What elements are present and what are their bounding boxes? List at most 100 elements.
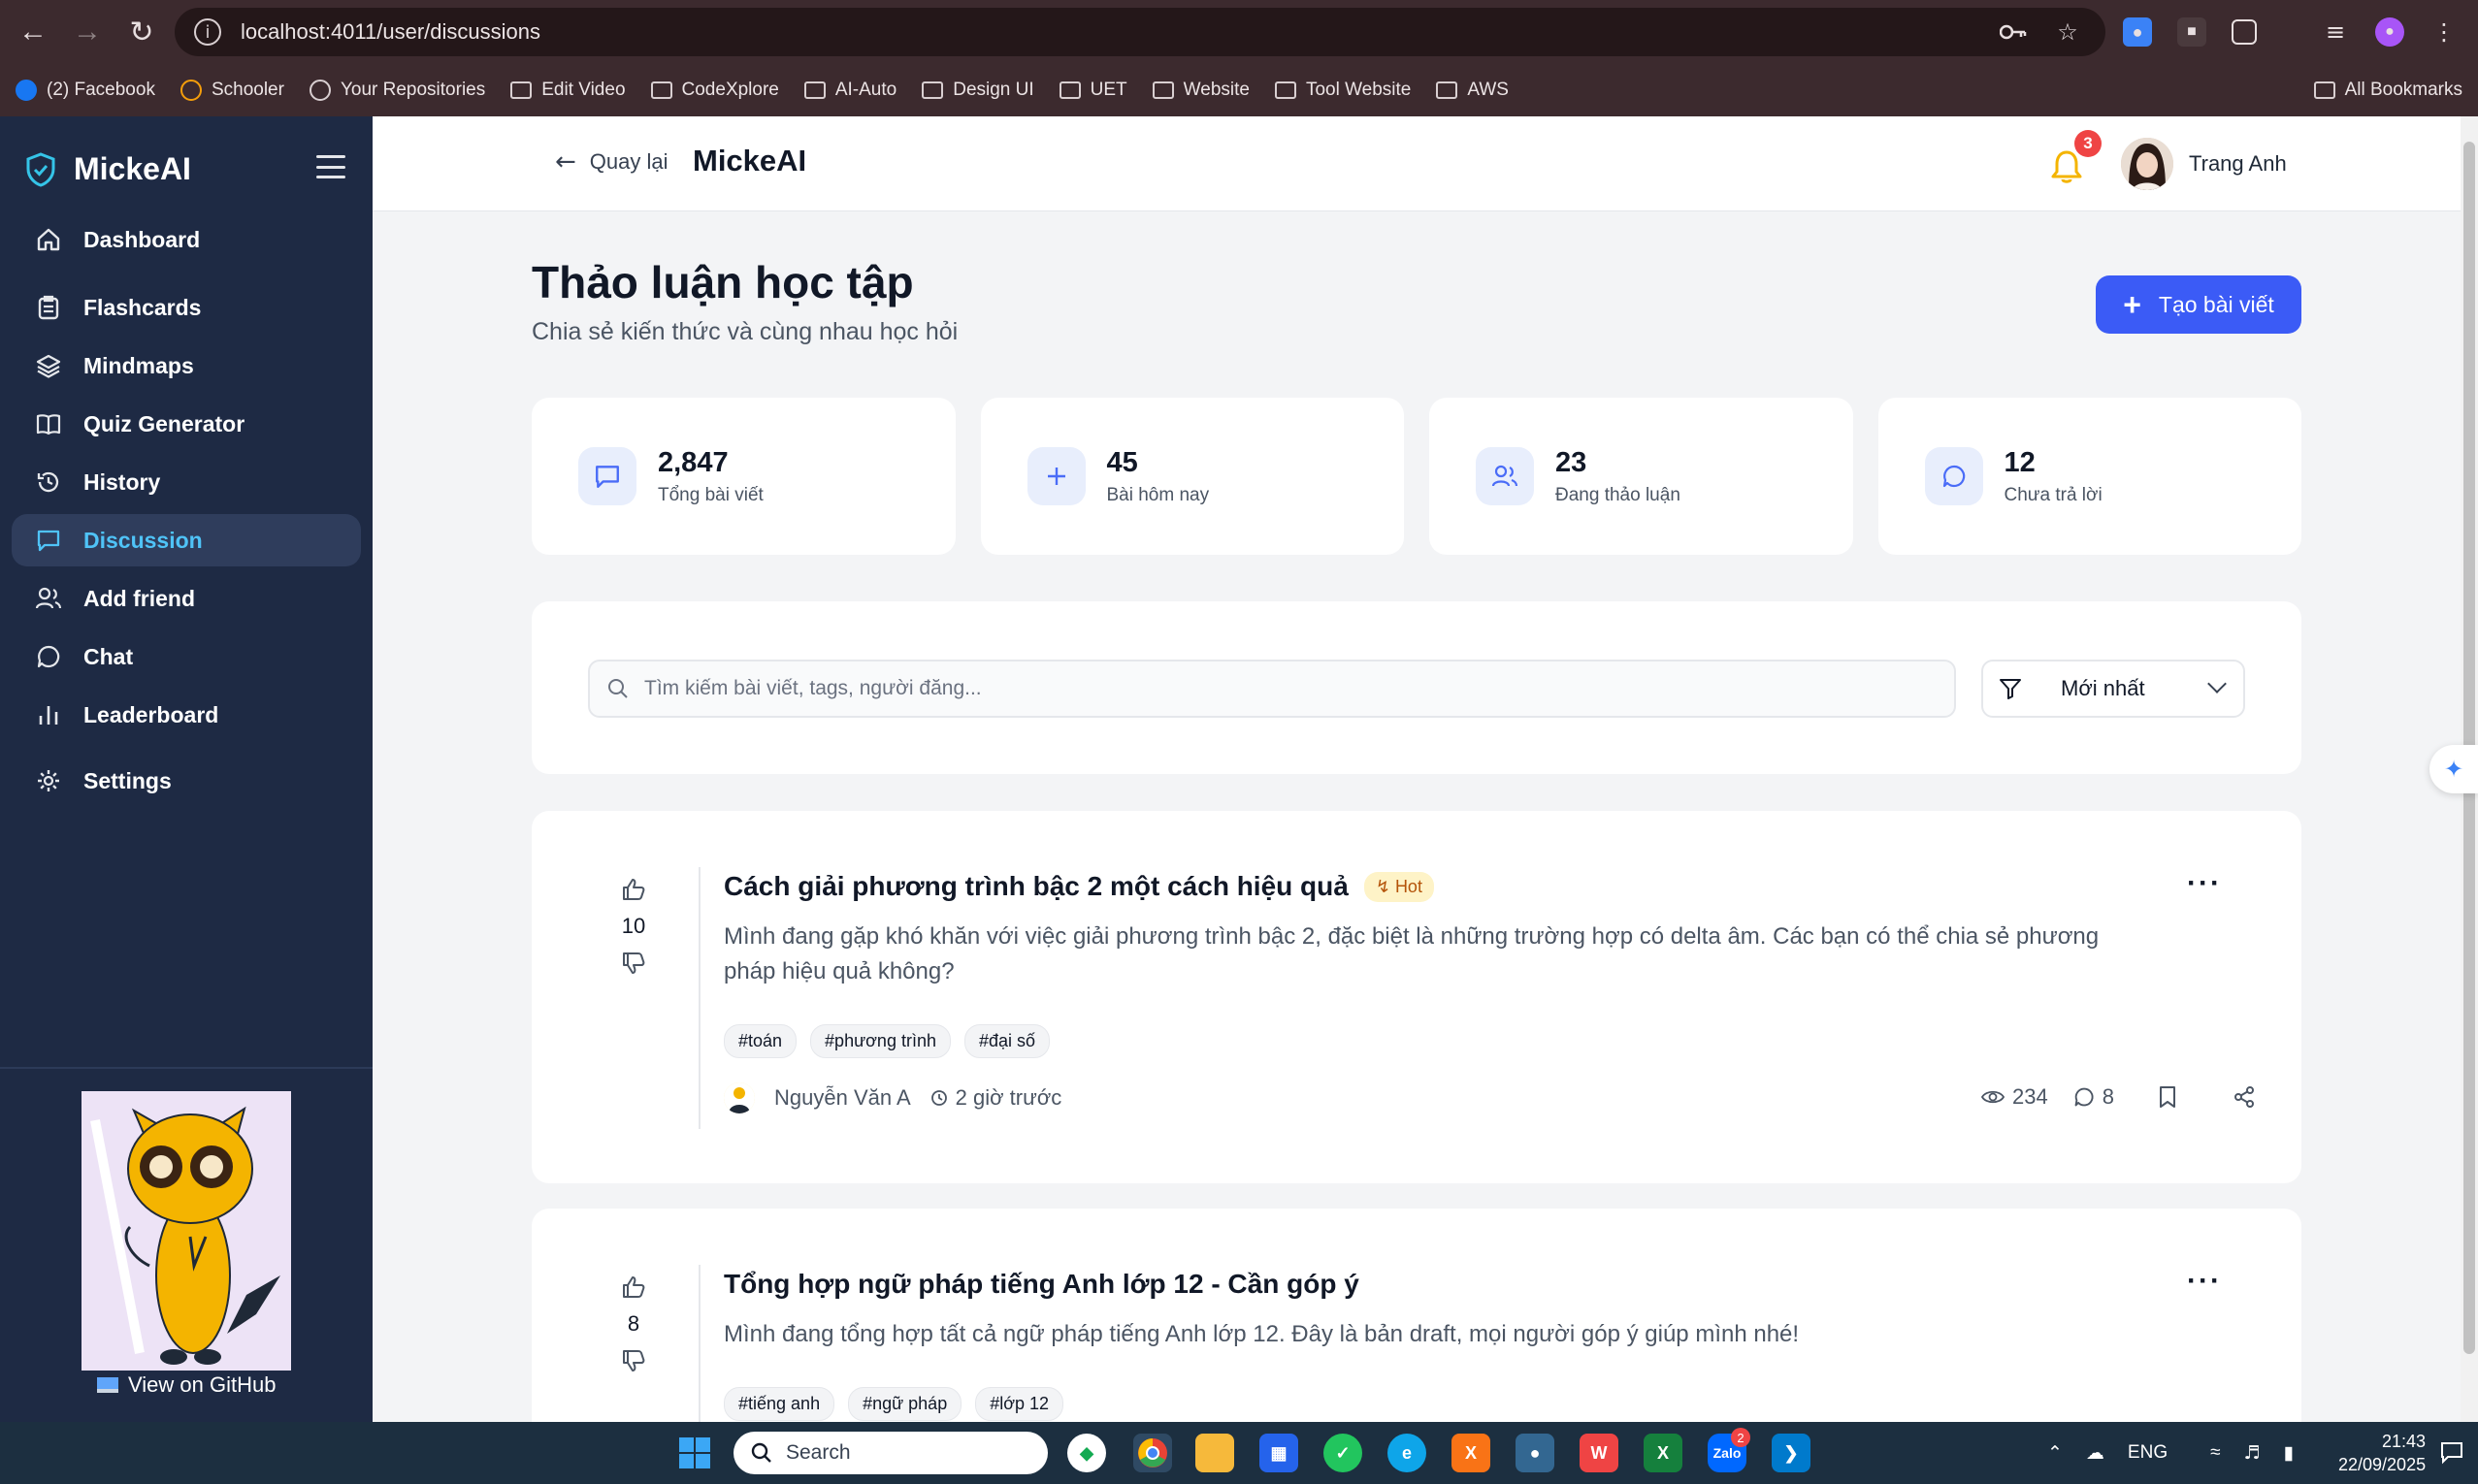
back-link[interactable]: ← Quay lại xyxy=(555,147,668,177)
mascot-image xyxy=(82,1091,291,1371)
back-arrow-icon[interactable]: ← xyxy=(6,0,60,64)
sidebar-item-leaderboard[interactable]: Leaderboard xyxy=(12,689,361,741)
bookmark-item[interactable]: Your Repositories xyxy=(309,80,485,101)
taskbar-clock[interactable]: 21:43 22/09/2025 xyxy=(2338,1430,2426,1476)
sidebar-item-quiz-generator[interactable]: Quiz Generator xyxy=(12,398,361,450)
cloud-icon[interactable]: ☁ xyxy=(2086,1442,2104,1464)
thumbs-up-icon[interactable] xyxy=(621,877,646,902)
windows-start-icon[interactable] xyxy=(675,1434,714,1472)
search-input[interactable] xyxy=(644,677,1906,700)
create-post-button[interactable]: + Tạo bài viết xyxy=(2096,275,2301,334)
clock-icon xyxy=(930,1090,947,1106)
kebab-menu-icon[interactable]: ⋮ xyxy=(2429,17,2459,47)
excel-icon[interactable]: X xyxy=(1644,1434,1682,1472)
bookmark-item[interactable]: CodeXplore xyxy=(650,80,779,101)
sidebar-item-mindmaps[interactable]: Mindmaps xyxy=(12,339,361,392)
notification-center-icon[interactable] xyxy=(2439,1439,2464,1465)
star-icon[interactable]: ☆ xyxy=(2053,17,2082,47)
profile-icon[interactable]: ● xyxy=(2375,17,2404,47)
thumbs-down-icon[interactable] xyxy=(621,951,646,976)
sidebar-item-history[interactable]: History xyxy=(12,456,361,508)
chevron-up-icon[interactable]: ⌃ xyxy=(2047,1442,2063,1465)
chrome-icon[interactable] xyxy=(1133,1434,1172,1472)
bookmark-item[interactable]: AI-Auto xyxy=(803,80,897,101)
thumbs-up-icon[interactable] xyxy=(621,1274,646,1300)
tag[interactable]: #lớp 12 xyxy=(975,1387,1064,1421)
incognito-icon[interactable]: ■ xyxy=(2177,17,2206,47)
folder-icon xyxy=(1274,81,1296,99)
more-options-icon[interactable]: ··· xyxy=(2187,1265,2222,1298)
stat-label: Chưa trả lời xyxy=(2004,484,2103,505)
bookmark-item[interactable]: Design UI xyxy=(922,80,1034,101)
sidebar-item-dashboard[interactable]: Dashboard xyxy=(12,213,361,266)
more-options-icon[interactable]: ··· xyxy=(2187,867,2222,900)
plus-icon: + xyxy=(2123,287,2141,322)
author-name[interactable]: Nguyễn Văn A xyxy=(774,1085,911,1111)
bookmark-item[interactable]: Tool Website xyxy=(1274,80,1411,101)
tag[interactable]: #phương trình xyxy=(810,1024,951,1058)
edge-icon[interactable]: e xyxy=(1387,1434,1426,1472)
postgres-icon[interactable]: ● xyxy=(1516,1434,1554,1472)
vote-divider xyxy=(699,867,701,1129)
sidebar-item-add-friend[interactable]: Add friend xyxy=(12,572,361,625)
search-field[interactable] xyxy=(588,660,1956,718)
brand[interactable]: MickeAI xyxy=(25,151,191,187)
app-green-icon[interactable]: ✓ xyxy=(1323,1434,1362,1472)
reload-icon[interactable]: ↻ xyxy=(114,0,169,64)
volume-icon[interactable]: ♬ xyxy=(2244,1442,2261,1464)
key-icon[interactable] xyxy=(1999,17,2028,47)
tag[interactable]: #đại số xyxy=(963,1024,1051,1058)
taskbar-search[interactable]: Search xyxy=(734,1432,1048,1474)
media-control-icon[interactable]: ≡ xyxy=(2321,17,2350,47)
bookmark-item[interactable]: Edit Video xyxy=(510,80,626,101)
xampp-icon[interactable]: X xyxy=(1451,1434,1490,1472)
wps-icon[interactable]: W xyxy=(1580,1434,1618,1472)
bookmark-item[interactable]: AWS xyxy=(1436,80,1509,101)
address-bar[interactable]: i localhost:4011/user/discussions xyxy=(175,8,2105,56)
sidebar-item-discussion[interactable]: Discussion xyxy=(12,514,361,566)
bookmark-item[interactable]: UET xyxy=(1059,80,1127,101)
site-info-icon[interactable]: i xyxy=(194,18,221,46)
all-bookmarks[interactable]: All Bookmarks xyxy=(2313,64,2462,116)
extension-drop-icon[interactable]: ● xyxy=(2123,17,2152,47)
sidebar-item-chat[interactable]: Chat xyxy=(12,630,361,683)
sort-select[interactable]: Mới nhất xyxy=(1981,660,2245,718)
site-icon xyxy=(309,80,331,101)
bookmark-item[interactable]: (2) Facebook xyxy=(16,80,155,101)
share-icon[interactable] xyxy=(2233,1085,2256,1109)
post-tags: #toán #phương trình #đại số xyxy=(724,1024,1051,1058)
tag[interactable]: #ngữ pháp xyxy=(848,1387,962,1421)
tag[interactable]: #toán xyxy=(724,1024,798,1058)
bookmark-item[interactable]: Website xyxy=(1152,80,1250,101)
comments-count[interactable]: 8 xyxy=(2073,1084,2114,1110)
post-card[interactable]: 10 Cách giải phương trình bậc 2 một cách… xyxy=(532,811,2301,1183)
book-open-icon xyxy=(35,410,62,437)
puzzle-icon[interactable] xyxy=(2232,19,2257,45)
sparkle-assistant-icon[interactable]: ✦ xyxy=(2429,745,2478,793)
post-title[interactable]: Cách giải phương trình bậc 2 một cách hi… xyxy=(724,871,1434,902)
sidebar-item-flashcards[interactable]: Flashcards xyxy=(12,281,361,334)
menu-toggle-icon[interactable] xyxy=(316,155,345,178)
file-explorer-icon[interactable] xyxy=(1195,1434,1234,1472)
language-indicator[interactable]: ENG xyxy=(2128,1442,2168,1464)
vscode-icon[interactable]: ❯ xyxy=(1772,1434,1810,1472)
post-card[interactable]: 8 Tổng hợp ngữ pháp tiếng Anh lớp 12 - C… xyxy=(532,1209,2301,1422)
bookmark-item[interactable]: Schooler xyxy=(179,80,284,101)
store-icon[interactable]: ▦ xyxy=(1259,1434,1298,1472)
folder-icon xyxy=(803,81,826,99)
nodejs-icon[interactable]: ◆ xyxy=(1067,1434,1106,1472)
thumbs-down-icon[interactable] xyxy=(621,1348,646,1373)
avatar[interactable] xyxy=(2121,138,2173,190)
forward-arrow-icon[interactable]: → xyxy=(60,0,114,64)
tag[interactable]: #tiếng anh xyxy=(724,1387,835,1421)
github-link[interactable]: View on GitHub xyxy=(97,1372,276,1398)
brand-name: MickeAI xyxy=(74,151,191,186)
post-title[interactable]: Tổng hợp ngữ pháp tiếng Anh lớp 12 - Cần… xyxy=(724,1269,1359,1300)
bookmark-icon[interactable] xyxy=(2157,1085,2178,1109)
user-name[interactable]: Trang Anh xyxy=(2189,151,2287,177)
message-square-icon xyxy=(35,527,62,554)
bar-chart-icon xyxy=(35,701,62,728)
wifi-icon[interactable]: ≈ xyxy=(2210,1442,2220,1464)
sidebar-item-settings[interactable]: Settings xyxy=(12,755,361,807)
battery-icon[interactable]: ▮ xyxy=(2284,1442,2294,1465)
